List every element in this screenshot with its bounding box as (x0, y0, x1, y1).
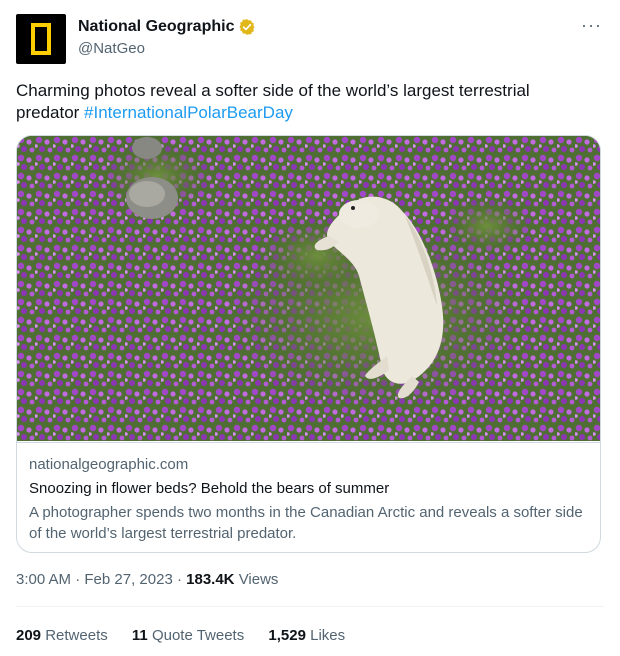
verified-badge-icon[interactable] (238, 18, 256, 36)
engagement-stats: 209 Retweets 11 Quote Tweets 1,529 Likes (16, 627, 365, 644)
card-body[interactable]: nationalgeographic.com Snoozing in flowe… (17, 442, 600, 542)
display-name[interactable]: National Geographic (78, 17, 234, 37)
meta-separator: · (75, 571, 81, 588)
account-handle[interactable]: @NatGeo (78, 39, 256, 59)
card-image[interactable] (17, 136, 600, 441)
views-count: 183.4K (186, 571, 235, 588)
card-domain: nationalgeographic.com (29, 456, 189, 473)
polar-bear-photo-icon (17, 136, 600, 441)
retweets-label: Retweets (45, 627, 108, 644)
more-options-icon[interactable]: ··· (581, 16, 602, 34)
card-title: Snoozing in flower beds? Behold the bear… (29, 480, 390, 497)
account-names: National Geographic @NatGeo (78, 17, 256, 59)
retweets-count: 209 (16, 627, 42, 644)
divider (16, 606, 604, 607)
quote-tweets-stat[interactable]: 11 Quote Tweets (132, 627, 244, 644)
card-description: A photographer spends two months in the … (29, 504, 583, 542)
hashtag-link[interactable]: #InternationalPolarBearDay (84, 103, 293, 122)
retweets-stat[interactable]: 209 Retweets (16, 627, 108, 644)
display-name-row: National Geographic (78, 17, 256, 37)
quotes-label: Quote Tweets (151, 627, 245, 644)
views-label: Views (238, 571, 279, 588)
tweet-date[interactable]: Feb 27, 2023 (84, 571, 172, 588)
natgeo-logo-icon (31, 23, 51, 55)
meta-separator-2: · (176, 571, 182, 588)
quotes-count: 11 (131, 627, 148, 644)
tweet-text: Charming photos reveal a softer side of … (16, 80, 586, 124)
tweet-meta: 3:00 AM · Feb 27, 2023 · 183.4K Views (16, 571, 278, 588)
likes-label: Likes (310, 627, 346, 644)
likes-stat[interactable]: 1,529 Likes (268, 627, 345, 644)
avatar[interactable] (16, 14, 66, 64)
likes-count: 1,529 (268, 627, 306, 644)
tweet-time[interactable]: 3:00 AM (16, 571, 71, 588)
link-preview-card[interactable]: nationalgeographic.com Snoozing in flowe… (16, 135, 601, 553)
tweet-header: National Geographic @NatGeo ··· (16, 14, 604, 64)
